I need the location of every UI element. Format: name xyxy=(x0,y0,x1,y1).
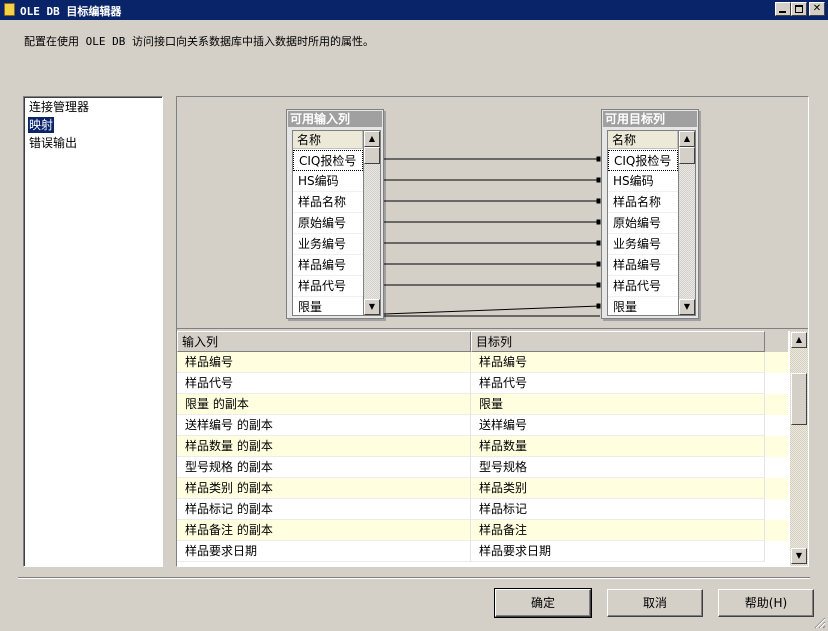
input-column-cell[interactable]: 样品要求日期 xyxy=(177,541,471,562)
target-column-cell[interactable]: 样品数量 xyxy=(471,436,765,457)
target-column-row[interactable]: CIQ报检号 xyxy=(608,150,678,171)
input-column-cell[interactable]: 限量 的副本 xyxy=(177,394,471,415)
target-column-row[interactable]: 限量 xyxy=(608,297,678,315)
page-description: 配置在使用 OLE DB 访问接口向关系数据库中插入数据时所用的属性。 xyxy=(24,35,374,48)
input-list-header: 名称 xyxy=(293,131,363,149)
input-box-title: 可用输入列 xyxy=(288,111,382,127)
target-column-row[interactable]: 业务编号 xyxy=(608,234,678,255)
resize-grip-icon[interactable] xyxy=(814,617,826,629)
table-row[interactable]: 样品备注 的副本 样品备注 xyxy=(177,520,788,541)
table-row[interactable]: 型号规格 的副本 型号规格 xyxy=(177,457,788,478)
target-column-row[interactable]: 样品代号 xyxy=(608,276,678,297)
available-input-columns-box[interactable]: 可用输入列 名称 CIQ报检号 HS编码 样品名称 原始编号 业务编号 样品编号… xyxy=(286,109,384,319)
input-column-cell[interactable]: 送样编号 的副本 xyxy=(177,415,471,436)
mapping-grid[interactable]: 输入列 目标列 样品编号 样品编号 样品代号 样品代号 限量 的副本 限量 送样… xyxy=(177,331,808,566)
title-bar: OLE DB 目标编辑器 ✕ xyxy=(0,0,828,20)
table-row[interactable]: 送样编号 的副本 送样编号 xyxy=(177,415,788,436)
input-column-row[interactable]: 样品名称 xyxy=(293,192,363,213)
target-column-cell[interactable]: 样品备注 xyxy=(471,520,765,541)
input-column-row[interactable]: 业务编号 xyxy=(293,234,363,255)
input-column-row[interactable]: 样品代号 xyxy=(293,276,363,297)
scroll-down-icon[interactable]: ▼ xyxy=(791,548,807,564)
input-column-cell[interactable]: 样品标记 的副本 xyxy=(177,499,471,520)
input-column-row[interactable]: CIQ报检号 xyxy=(293,150,363,171)
input-column-cell[interactable]: 型号规格 的副本 xyxy=(177,457,471,478)
target-column-row[interactable]: 样品名称 xyxy=(608,192,678,213)
scroll-down-icon[interactable]: ▼ xyxy=(364,299,380,315)
table-row[interactable]: 样品要求日期 样品要求日期 xyxy=(177,541,788,562)
available-destination-columns-box[interactable]: 可用目标列 名称 CIQ报检号 HS编码 样品名称 原始编号 业务编号 样品编号… xyxy=(601,109,699,319)
grid-header: 输入列 目标列 xyxy=(177,331,788,352)
scroll-thumb[interactable] xyxy=(679,147,695,164)
target-column-row[interactable]: HS编码 xyxy=(608,171,678,192)
target-column-cell[interactable]: 样品标记 xyxy=(471,499,765,520)
input-column-cell[interactable]: 样品代号 xyxy=(177,373,471,394)
target-list-scrollbar[interactable]: ▲ ▼ xyxy=(679,130,696,316)
minimize-icon xyxy=(779,11,786,13)
target-column-cell[interactable]: 样品编号 xyxy=(471,352,765,373)
target-box-title: 可用目标列 xyxy=(603,111,697,127)
input-column-cell[interactable]: 样品备注 的副本 xyxy=(177,520,471,541)
target-column-cell[interactable]: 样品要求日期 xyxy=(471,541,765,562)
input-column-row[interactable]: HS编码 xyxy=(293,171,363,192)
target-columns-list[interactable]: 名称 CIQ报检号 HS编码 样品名称 原始编号 业务编号 样品编号 样品代号 … xyxy=(607,130,679,316)
target-list-header: 名称 xyxy=(608,131,678,149)
grid-header-input-column[interactable]: 输入列 xyxy=(177,331,471,352)
target-column-cell[interactable]: 样品类别 xyxy=(471,478,765,499)
table-row[interactable]: 样品标记 的副本 样品标记 xyxy=(177,499,788,520)
table-row[interactable]: 样品类别 的副本 样品类别 xyxy=(177,478,788,499)
target-column-cell[interactable]: 型号规格 xyxy=(471,457,765,478)
target-column-cell[interactable]: 送样编号 xyxy=(471,415,765,436)
input-column-cell[interactable]: 样品数量 的副本 xyxy=(177,436,471,457)
app-icon xyxy=(4,3,15,16)
scroll-up-icon[interactable]: ▲ xyxy=(679,131,695,147)
target-column-row[interactable]: 原始编号 xyxy=(608,213,678,234)
input-column-row[interactable]: 样品编号 xyxy=(293,255,363,276)
input-list-scrollbar[interactable]: ▲ ▼ xyxy=(364,130,381,316)
window-title: OLE DB 目标编辑器 xyxy=(20,5,122,18)
table-row[interactable]: 样品数量 的副本 样品数量 xyxy=(177,436,788,457)
input-column-cell[interactable]: 样品编号 xyxy=(177,352,471,373)
table-row[interactable]: 样品代号 样品代号 xyxy=(177,373,788,394)
help-button[interactable]: 帮助(H) xyxy=(718,589,814,617)
scroll-up-icon[interactable]: ▲ xyxy=(791,332,807,348)
table-row[interactable]: 限量 的副本 限量 xyxy=(177,394,788,415)
nav-item-error-output[interactable]: 错误输出 xyxy=(28,135,78,151)
maximize-icon xyxy=(795,5,803,13)
scroll-up-icon[interactable]: ▲ xyxy=(364,131,380,147)
scroll-thumb[interactable] xyxy=(791,373,807,425)
grid-header-target-column[interactable]: 目标列 xyxy=(471,331,765,352)
maximize-button[interactable] xyxy=(791,2,807,16)
mapping-area: 可用输入列 名称 CIQ报检号 HS编码 样品名称 原始编号 业务编号 样品编号… xyxy=(177,97,808,329)
minimize-button[interactable] xyxy=(775,2,791,16)
scroll-thumb[interactable] xyxy=(364,147,380,164)
bottom-separator xyxy=(18,577,810,579)
target-column-row[interactable]: 样品编号 xyxy=(608,255,678,276)
mapping-divider xyxy=(177,328,808,329)
nav-item-mappings[interactable]: 映射 xyxy=(28,117,55,133)
nav-item-connection-manager[interactable]: 连接管理器 xyxy=(28,99,90,115)
nav-list: 连接管理器 映射 错误输出 xyxy=(23,96,163,567)
close-button[interactable]: ✕ xyxy=(809,2,825,16)
input-column-cell[interactable]: 样品类别 的副本 xyxy=(177,478,471,499)
ok-button[interactable]: 确定 xyxy=(494,588,592,618)
input-column-row[interactable]: 原始编号 xyxy=(293,213,363,234)
target-column-cell[interactable]: 限量 xyxy=(471,394,765,415)
input-columns-list[interactable]: 名称 CIQ报检号 HS编码 样品名称 原始编号 业务编号 样品编号 样品代号 … xyxy=(292,130,364,316)
input-column-row[interactable]: 限量 xyxy=(293,297,363,315)
target-column-cell[interactable]: 样品代号 xyxy=(471,373,765,394)
scroll-down-icon[interactable]: ▼ xyxy=(679,299,695,315)
grid-scrollbar[interactable]: ▲ ▼ xyxy=(790,331,808,566)
cancel-button[interactable]: 取消 xyxy=(607,589,703,617)
table-row[interactable]: 样品编号 样品编号 xyxy=(177,352,788,373)
